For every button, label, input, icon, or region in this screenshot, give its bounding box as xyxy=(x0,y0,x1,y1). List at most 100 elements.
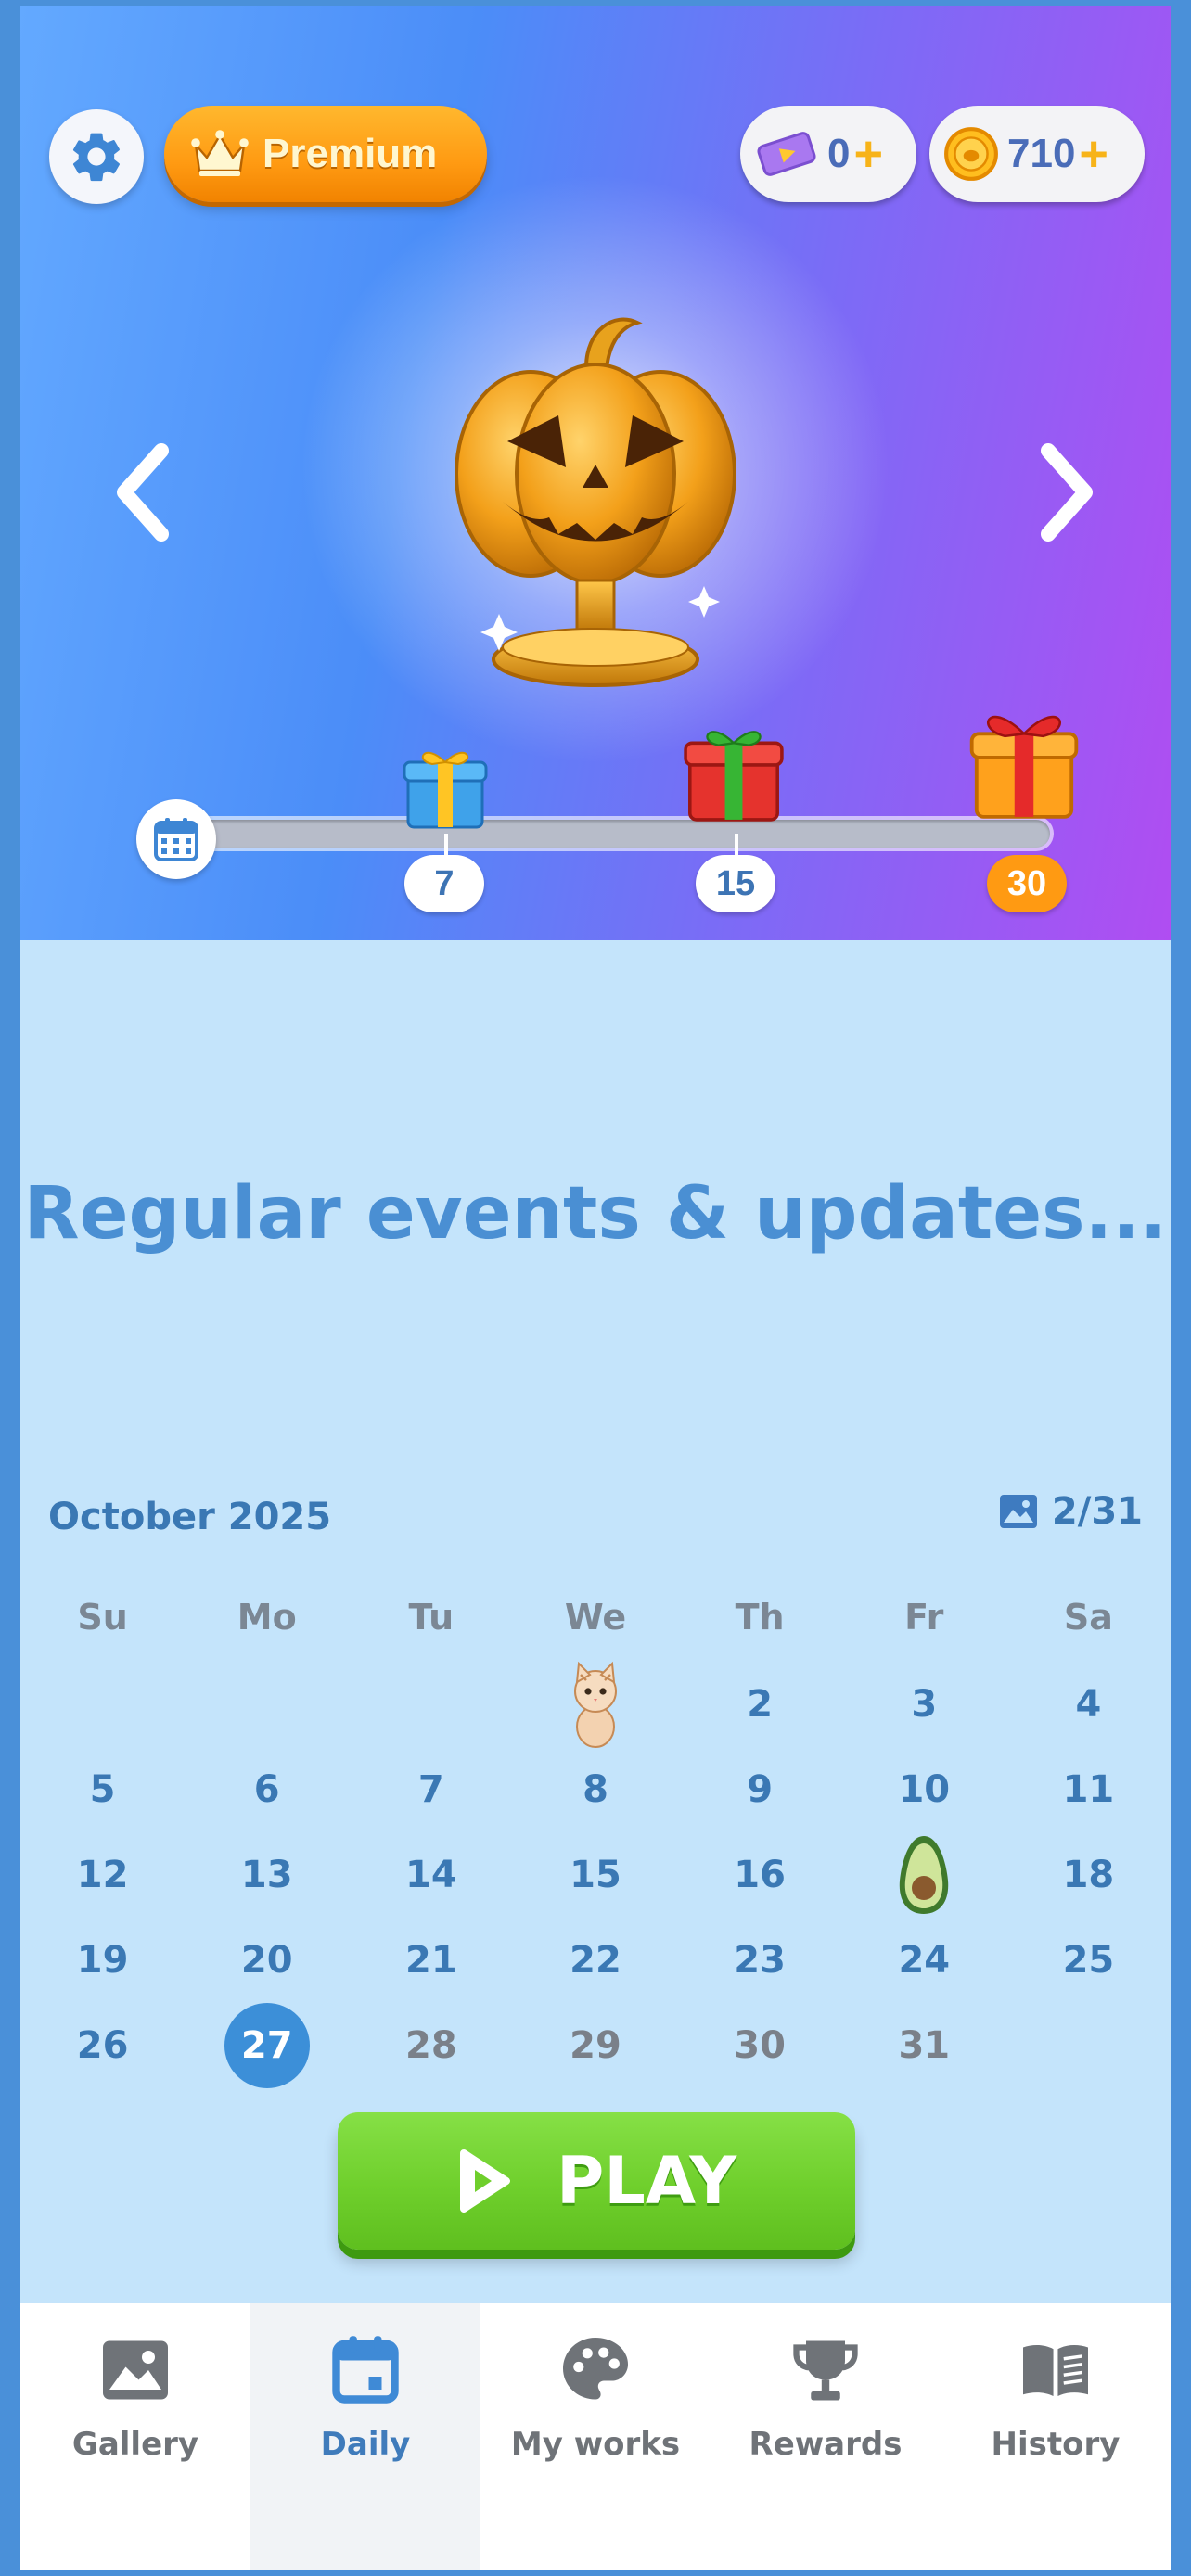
previous-event-button[interactable] xyxy=(106,432,180,553)
calendar-day[interactable]: 26 xyxy=(20,2003,185,2088)
calendar-week: 5 6 7 8 9 10 11 xyxy=(20,1747,1171,1832)
coins-counter[interactable]: 710 + xyxy=(929,106,1145,202)
nav-daily-label: Daily xyxy=(320,2426,411,2463)
trophy-icon xyxy=(793,2340,858,2401)
gallery-icon xyxy=(103,2340,168,2400)
calendar-day[interactable]: 12 xyxy=(20,1832,185,1918)
settings-button[interactable] xyxy=(49,109,144,204)
tickets-counter[interactable]: 0 + xyxy=(740,106,916,202)
calendar-day[interactable]: 10 xyxy=(842,1747,1006,1832)
calendar-day[interactable]: 22 xyxy=(513,1918,677,2003)
weekday-label: Tu xyxy=(408,1597,455,1638)
calendar-day-future: 30 xyxy=(734,2024,786,2067)
chevron-left-icon xyxy=(117,443,169,542)
calendar-icon xyxy=(154,818,198,861)
image-icon xyxy=(999,1495,1037,1528)
nav-rewards-label: Rewards xyxy=(749,2426,903,2463)
calendar-day[interactable]: 16 xyxy=(678,1832,842,1918)
calendar-day[interactable]: 7 xyxy=(349,1747,513,1832)
book-icon xyxy=(1023,2345,1088,2396)
coin-icon xyxy=(944,127,998,181)
calendar-day[interactable]: 21 xyxy=(349,1918,513,2003)
pumpkin-trophy-icon xyxy=(455,317,736,687)
next-event-button[interactable] xyxy=(1030,432,1104,553)
weekday-label: Th xyxy=(735,1597,785,1638)
completed-count: 2/31 xyxy=(1051,1490,1143,1533)
calendar-day-1-completed[interactable] xyxy=(513,1661,677,1748)
calendar-day[interactable]: 3 xyxy=(842,1662,1006,1747)
play-label: PLAY xyxy=(556,2143,737,2219)
calendar-day[interactable]: 24 xyxy=(842,1918,1006,2003)
nav-history[interactable]: History xyxy=(941,2303,1171,2570)
tickets-value: 0 xyxy=(827,131,851,176)
gear-icon xyxy=(72,133,120,182)
nav-my-works[interactable]: My works xyxy=(480,2303,711,2570)
promo-headline: Regular events & updates... xyxy=(23,1172,1168,1256)
calendar-day[interactable]: 25 xyxy=(1006,1918,1171,2003)
premium-label: Premium xyxy=(263,131,438,176)
calendar-day[interactable]: 11 xyxy=(1006,1747,1171,1832)
calendar-week: 2 3 4 xyxy=(20,1661,1171,1748)
milestone-7-label: 7 xyxy=(404,855,484,912)
add-coins-icon[interactable]: + xyxy=(1079,129,1108,179)
event-banner: Premium 0 + 710 + 7 15 30 xyxy=(20,6,1171,940)
today-marker: 27 xyxy=(224,2003,310,2088)
app-screen: Premium 0 + 710 + 7 15 30 Regular events… xyxy=(20,6,1171,2570)
calendar-day-future: 28 xyxy=(405,2024,457,2067)
crown-icon xyxy=(191,130,249,176)
calendar-day-future: 29 xyxy=(570,2024,621,2067)
calendar-month-title: October 2025 xyxy=(48,1496,332,1538)
weekday-label: Mo xyxy=(237,1597,297,1638)
calendar-day[interactable]: 4 xyxy=(1006,1662,1171,1747)
calendar-day[interactable]: 6 xyxy=(185,1747,349,1832)
gift-7-icon xyxy=(403,751,488,829)
calendar-day[interactable]: 19 xyxy=(20,1918,185,2003)
nav-gallery-label: Gallery xyxy=(71,2426,199,2463)
kitten-artwork-icon xyxy=(573,1661,617,1748)
calendar-day[interactable]: 15 xyxy=(513,1832,677,1918)
weekday-header: Su Mo Tu We Th Fr Sa xyxy=(20,1597,1171,1638)
nav-my-works-label: My works xyxy=(510,2426,681,2463)
weekday-label: Sa xyxy=(1063,1597,1113,1638)
premium-button[interactable]: Premium xyxy=(164,106,487,202)
calendar-week: 12 13 14 15 16 18 xyxy=(20,1832,1171,1918)
bottom-navigation: Gallery Daily My works Rewards History xyxy=(20,2303,1171,2570)
calendar-day-17-completed[interactable] xyxy=(842,1832,1006,1918)
palette-icon xyxy=(563,2338,628,2400)
milestone-15-label: 15 xyxy=(696,855,775,912)
calendar-day-empty xyxy=(20,1662,185,1747)
progress-calendar-badge xyxy=(136,799,216,879)
weekday-label: We xyxy=(564,1597,627,1638)
calendar-day[interactable]: 9 xyxy=(678,1747,842,1832)
nav-daily[interactable]: Daily xyxy=(250,2303,480,2570)
nav-rewards[interactable]: Rewards xyxy=(711,2303,941,2570)
calendar-day[interactable]: 14 xyxy=(349,1832,513,1918)
gift-15-icon xyxy=(684,731,784,822)
calendar-day[interactable]: 8 xyxy=(513,1747,677,1832)
calendar-week: 26 27 28 29 30 31 xyxy=(20,2003,1171,2088)
calendar-day[interactable]: 20 xyxy=(185,1918,349,2003)
milestone-30-label: 30 xyxy=(987,855,1067,912)
calendar-day-empty xyxy=(1006,2003,1171,2088)
calendar-day-empty xyxy=(349,1662,513,1747)
weekday-label: Fr xyxy=(904,1597,944,1638)
calendar-day[interactable]: 23 xyxy=(678,1918,842,2003)
calendar-day[interactable]: 13 xyxy=(185,1832,349,1918)
calendar-day[interactable]: 2 xyxy=(678,1662,842,1747)
calendar-day-today[interactable]: 27 xyxy=(185,2003,349,2088)
calendar-day-empty xyxy=(185,1662,349,1747)
calendar-day[interactable]: 18 xyxy=(1006,1832,1171,1918)
add-tickets-icon[interactable]: + xyxy=(853,129,883,179)
play-button[interactable]: PLAY xyxy=(338,2112,855,2250)
play-icon xyxy=(459,2149,510,2213)
nav-gallery[interactable]: Gallery xyxy=(20,2303,250,2570)
avocado-artwork-icon xyxy=(900,1836,949,1914)
completed-counter: 2/31 xyxy=(996,1489,1143,1534)
calendar-week: 19 20 21 22 23 24 25 xyxy=(20,1918,1171,2003)
event-progress-bar xyxy=(160,820,1050,848)
calendar-day-future: 31 xyxy=(898,2024,951,2067)
daily-calendar-icon xyxy=(332,2336,399,2404)
calendar-day[interactable]: 5 xyxy=(20,1747,185,1832)
nav-history-label: History xyxy=(991,2426,1121,2463)
coins-value: 710 xyxy=(1007,131,1076,176)
